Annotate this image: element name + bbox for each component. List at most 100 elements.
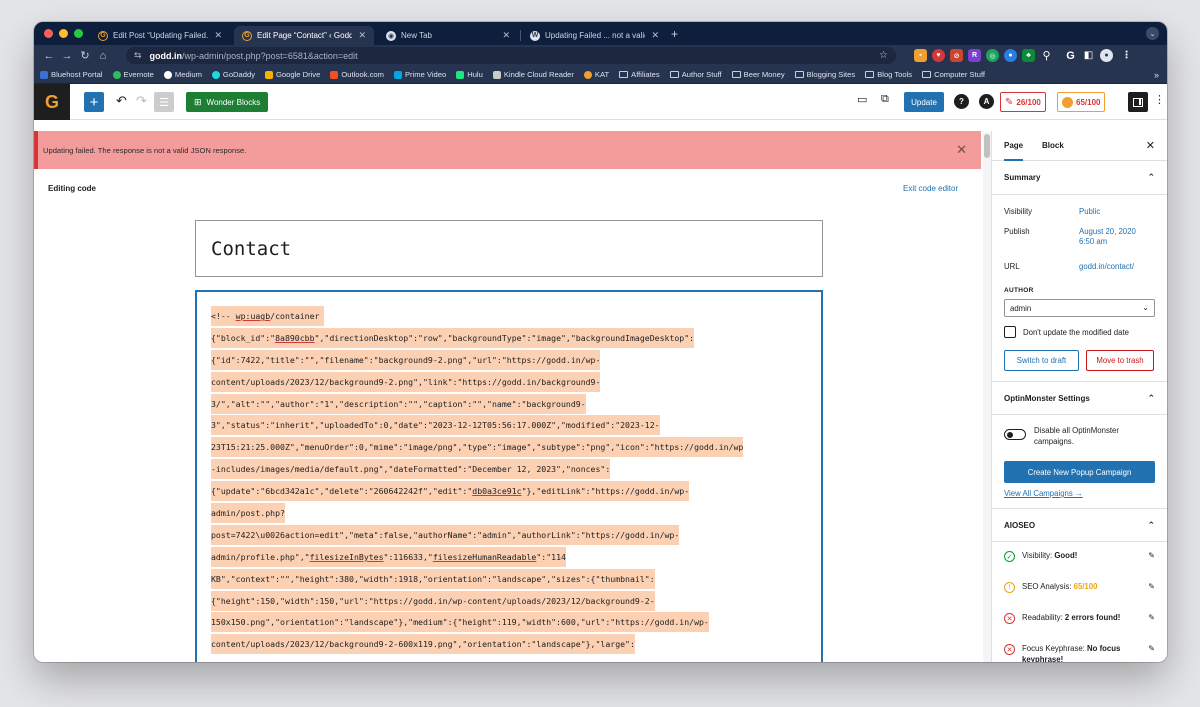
- disable-campaigns-toggle[interactable]: [1004, 429, 1026, 440]
- tab-search-icon[interactable]: ⌄: [1146, 27, 1159, 40]
- bookmark-item[interactable]: Hulu: [456, 70, 483, 79]
- settings-sidebar-toggle[interactable]: [1128, 92, 1148, 112]
- redo-icon[interactable]: ↷: [136, 93, 147, 109]
- astra-icon[interactable]: A: [979, 94, 994, 109]
- bookmark-folder[interactable]: Computer Stuff: [922, 70, 985, 79]
- aioseo-check-item[interactable]: ✕ Focus Keyphrase: No focus keyphrase! ✎: [992, 643, 1167, 662]
- bookmark-item[interactable]: Medium: [163, 70, 202, 79]
- dismiss-notice-icon[interactable]: ✕: [956, 142, 967, 158]
- close-tab-icon[interactable]: ✕: [214, 30, 222, 41]
- close-tab-icon[interactable]: ✕: [502, 30, 510, 41]
- edit-pencil-icon[interactable]: ✎: [1148, 582, 1155, 591]
- edit-pencil-icon[interactable]: ✎: [1148, 613, 1155, 622]
- close-sidebar-icon[interactable]: ✕: [1146, 139, 1155, 152]
- bookmark-item[interactable]: Evernote: [112, 70, 154, 79]
- google-drive-icon: [265, 70, 274, 79]
- browser-tab[interactable]: ◉ New Tab ✕: [378, 26, 518, 45]
- seo-score-badge[interactable]: ✎ 26/100: [1000, 92, 1046, 112]
- address-bar-row: ← → ↻ ⌂ ⇆ godd.in/wp-admin/post.php?post…: [34, 45, 1167, 66]
- bookmark-folder[interactable]: Beer Money: [731, 70, 785, 79]
- side-panel-icon[interactable]: ◧: [1082, 49, 1095, 62]
- extensions-puzzle-icon[interactable]: ⚲: [1040, 49, 1053, 62]
- new-tab-button[interactable]: +: [671, 27, 678, 41]
- reload-icon[interactable]: ↻: [76, 49, 94, 62]
- bookmark-item[interactable]: Prime Video: [393, 70, 446, 79]
- wonder-blocks-button[interactable]: ⊞ Wonder Blocks: [186, 92, 269, 112]
- extension-icon[interactable]: ●: [1004, 49, 1017, 62]
- close-window-button[interactable]: [44, 29, 53, 38]
- browser-tab[interactable]: W Updating Failed ... not a valid ✕: [522, 26, 667, 45]
- minimize-window-button[interactable]: [59, 29, 68, 38]
- bookmark-item[interactable]: Kindle Cloud Reader: [492, 70, 574, 79]
- tab-page[interactable]: Page: [1004, 141, 1024, 161]
- bookmark-item[interactable]: Outlook.com: [330, 70, 384, 79]
- aioseo-score-badge[interactable]: 65/100: [1057, 92, 1106, 112]
- home-icon[interactable]: ⌂: [94, 50, 112, 62]
- undo-icon[interactable]: ↶: [116, 93, 127, 109]
- permalink-value[interactable]: godd.in/contact/: [1079, 262, 1134, 271]
- edit-pencil-icon[interactable]: ✎: [1148, 644, 1155, 653]
- extension-icon[interactable]: ♣: [1022, 49, 1035, 62]
- bookmark-star-icon[interactable]: ☆: [879, 50, 888, 61]
- profile-avatar-icon[interactable]: ●: [1100, 49, 1113, 62]
- more-bookmarks-icon[interactable]: »: [1154, 70, 1159, 80]
- aioseo-panel-header[interactable]: AIOSEO ⌃: [992, 508, 1167, 542]
- extension-icon[interactable]: R: [968, 49, 981, 62]
- bookmark-item[interactable]: KAT: [583, 70, 609, 79]
- options-menu-icon[interactable]: ⋮: [1154, 93, 1165, 106]
- editor-scrollbar[interactable]: [983, 132, 991, 662]
- bookmark-folder[interactable]: Affiliates: [619, 70, 660, 79]
- page-title-input[interactable]: Contact: [195, 220, 823, 277]
- visibility-value[interactable]: Public: [1079, 207, 1100, 216]
- bookmark-folder[interactable]: Blogging Sites: [794, 70, 855, 79]
- switch-to-draft-button[interactable]: Switch to draft: [1004, 350, 1079, 371]
- scroll-thumb[interactable]: [984, 134, 990, 158]
- bookmark-folder[interactable]: Blog Tools: [865, 70, 912, 79]
- aioseo-check-item[interactable]: ✕ Readability: 2 errors found! ✎: [992, 612, 1167, 634]
- close-tab-icon[interactable]: ✕: [358, 30, 366, 41]
- author-select[interactable]: admin ⌄: [1004, 299, 1155, 317]
- code-editor-textarea[interactable]: <!-- wp:uagb/container {"block_id":"8a89…: [195, 290, 823, 662]
- edit-pencil-icon[interactable]: ✎: [1148, 551, 1155, 560]
- site-logo-icon[interactable]: G: [34, 84, 70, 120]
- maximize-window-button[interactable]: [74, 29, 83, 38]
- aioseo-check-item[interactable]: ✓ Visibility: Good! ✎: [992, 550, 1167, 572]
- move-to-trash-button[interactable]: Move to trash: [1086, 350, 1154, 371]
- folder-icon: [922, 71, 932, 78]
- update-button[interactable]: Update: [904, 92, 944, 112]
- extension-icon[interactable]: ◎: [986, 49, 999, 62]
- bookmark-folder[interactable]: Author Stuff: [669, 70, 722, 79]
- url-input[interactable]: ⇆ godd.in/wp-admin/post.php?post=6581&ac…: [126, 47, 896, 64]
- summary-panel-header[interactable]: Summary ⌃: [992, 161, 1167, 195]
- forward-icon[interactable]: →: [58, 50, 76, 62]
- add-block-button[interactable]: +: [84, 92, 104, 112]
- aioseo-check-item[interactable]: ! SEO Analysis: 65/100 ✎: [992, 581, 1167, 603]
- browser-tab[interactable]: G Edit Post “Updating Failed. N ✕: [90, 26, 230, 45]
- kindle-icon: [492, 70, 501, 79]
- optinmonster-panel-header[interactable]: OptinMonster Settings ⌃: [992, 381, 1167, 415]
- publish-date-value[interactable]: August 20, 2020 6:50 am: [1079, 227, 1149, 247]
- google-icon[interactable]: G: [1064, 49, 1077, 62]
- tab-block[interactable]: Block: [1042, 141, 1064, 150]
- help-icon[interactable]: ?: [954, 94, 969, 109]
- code-text: content/uploads/2023/12/background9-2.pn…: [211, 371, 601, 392]
- browser-tab-active[interactable]: G Edit Page “Contact” ‹ Godd.i ✕: [234, 26, 374, 45]
- view-all-campaigns-link[interactable]: View All Campaigns →: [992, 489, 1167, 498]
- document-overview-icon[interactable]: ☰: [154, 92, 174, 112]
- bookmark-item[interactable]: GoDaddy: [211, 70, 255, 79]
- bookmark-item[interactable]: Bluehost Portal: [40, 70, 103, 79]
- create-popup-campaign-button[interactable]: Create New Popup Campaign: [1004, 461, 1155, 483]
- exit-code-editor-button[interactable]: Exit code editor: [903, 184, 958, 193]
- dont-update-modified-row[interactable]: Don't update the modified date: [992, 326, 1167, 338]
- site-info-icon[interactable]: ⇆: [134, 50, 142, 61]
- browser-menu-icon[interactable]: ⋮: [1120, 49, 1133, 62]
- extension-icon[interactable]: ▪: [914, 49, 927, 62]
- view-page-icon[interactable]: ⧉: [881, 93, 889, 106]
- bookmark-item[interactable]: Google Drive: [265, 70, 320, 79]
- close-tab-icon[interactable]: ✕: [651, 30, 659, 41]
- dont-update-modified-checkbox[interactable]: [1004, 326, 1016, 338]
- back-icon[interactable]: ←: [40, 50, 58, 62]
- block-icon[interactable]: ⊘: [950, 49, 963, 62]
- pocket-icon[interactable]: ♥: [932, 49, 945, 62]
- preview-device-icon[interactable]: ▭: [857, 93, 867, 106]
